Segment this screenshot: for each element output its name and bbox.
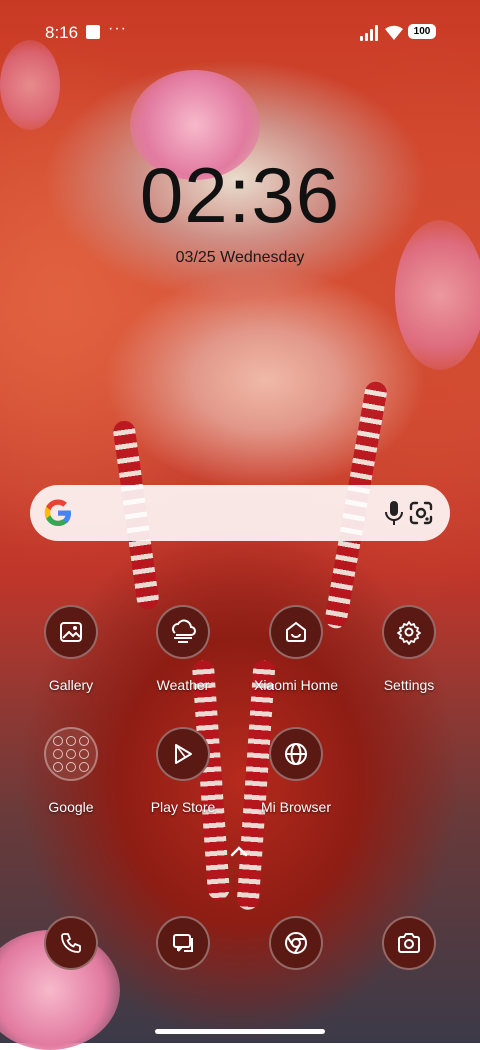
- status-overflow: ···: [108, 20, 127, 37]
- app-xiaomi-home[interactable]: Xiaomi Home: [246, 605, 346, 693]
- dock-chrome[interactable]: [246, 916, 346, 970]
- gear-icon: [382, 605, 436, 659]
- google-search-bar[interactable]: [30, 485, 450, 541]
- app-label: Gallery: [48, 677, 94, 693]
- play-store-icon: [156, 727, 210, 781]
- app-play-store[interactable]: Play Store: [133, 727, 233, 815]
- camera-icon: [382, 916, 436, 970]
- app-label: Play Store: [150, 799, 216, 815]
- wifi-icon: [385, 25, 403, 40]
- app-label: Mi Browser: [260, 799, 331, 815]
- dock-phone[interactable]: [21, 916, 121, 970]
- notification-square-icon: [86, 25, 100, 39]
- home-gesture-bar[interactable]: [155, 1029, 325, 1034]
- app-label: Google: [48, 799, 94, 815]
- gallery-icon: [44, 605, 98, 659]
- app-gallery[interactable]: Gallery: [21, 605, 121, 693]
- google-folder-icon: [44, 727, 98, 781]
- dock-camera[interactable]: [359, 916, 459, 970]
- cellular-signal-icon: [360, 25, 380, 41]
- app-settings[interactable]: Settings: [359, 605, 459, 693]
- xiaomi-home-icon: [269, 605, 323, 659]
- globe-icon: [269, 727, 323, 781]
- chevron-up-icon[interactable]: [228, 842, 250, 860]
- google-g-icon: [44, 499, 71, 526]
- status-time: 8:16: [45, 23, 79, 42]
- phone-icon: [44, 916, 98, 970]
- lock-clock-time[interactable]: 02:36: [0, 150, 480, 241]
- lock-clock-date[interactable]: 03/25 Wednesday: [0, 249, 480, 267]
- microphone-icon[interactable]: [382, 500, 406, 526]
- app-google-folder[interactable]: Google: [21, 727, 121, 815]
- battery-icon: 100: [408, 24, 436, 39]
- flower-decoration: [395, 220, 480, 370]
- messages-icon: [156, 916, 210, 970]
- app-label: Settings: [383, 677, 435, 693]
- dock-messages[interactable]: [133, 916, 233, 970]
- google-lens-icon[interactable]: [408, 500, 434, 526]
- status-bar: 8:16 ··· 100: [0, 0, 480, 64]
- app-mi-browser[interactable]: Mi Browser: [246, 727, 346, 815]
- weather-icon: [156, 605, 210, 659]
- app-label: Weather: [156, 677, 210, 693]
- app-weather[interactable]: Weather: [133, 605, 233, 693]
- chrome-icon: [269, 916, 323, 970]
- app-label: Xiaomi Home: [253, 677, 339, 693]
